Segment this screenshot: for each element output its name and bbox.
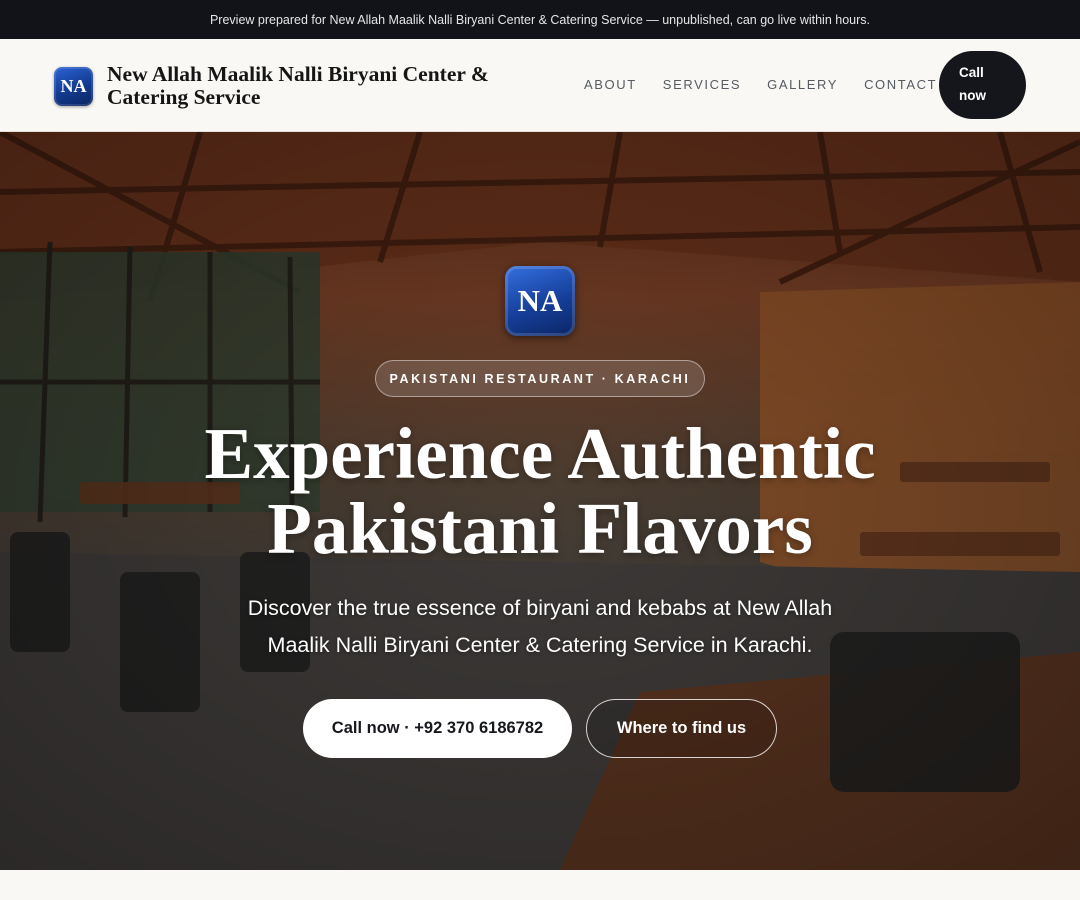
hero-eyebrow-badge: PAKISTANI RESTAURANT · KARACHI [375, 360, 705, 397]
nav-link-gallery[interactable]: GALLERY [767, 77, 838, 93]
call-button-label-line1: Call [959, 65, 984, 80]
call-button-label-line2: now [959, 88, 986, 103]
hero-section: NA PAKISTANI RESTAURANT · KARACHI Experi… [0, 132, 1080, 870]
hero-content: NA PAKISTANI RESTAURANT · KARACHI Experi… [0, 132, 1080, 870]
nav-link-contact[interactable]: CONTACT [864, 77, 937, 93]
preview-banner: Preview prepared for New Allah Maalik Na… [0, 0, 1080, 39]
hero-logo: NA [505, 266, 575, 336]
nav-link-about[interactable]: ABOUT [584, 77, 637, 93]
nav-link-services[interactable]: SERVICES [663, 77, 741, 93]
main-nav: ABOUT SERVICES GALLERY CONTACT [584, 77, 937, 93]
brand-logo[interactable]: NA [54, 66, 93, 106]
header-call-button[interactable]: Call now [939, 51, 1026, 119]
site-header: NA New Allah Maalik Nalli Biryani Center… [0, 39, 1080, 132]
hero-headline: Experience Authentic Pakistani Flavors [204, 413, 876, 569]
brand-name[interactable]: New Allah Maalik Nalli Biryani Center & … [107, 63, 527, 109]
hero-subheadline: Discover the true essence of biryani and… [247, 596, 833, 657]
where-to-find-us-button[interactable]: Where to find us [586, 699, 777, 758]
brand[interactable]: NA New Allah Maalik Nalli Biryani Center… [54, 63, 527, 109]
preview-banner-text: Preview prepared for New Allah Maalik Na… [209, 12, 871, 27]
call-now-button[interactable]: Call now · +92 370 6186782 [303, 699, 572, 758]
